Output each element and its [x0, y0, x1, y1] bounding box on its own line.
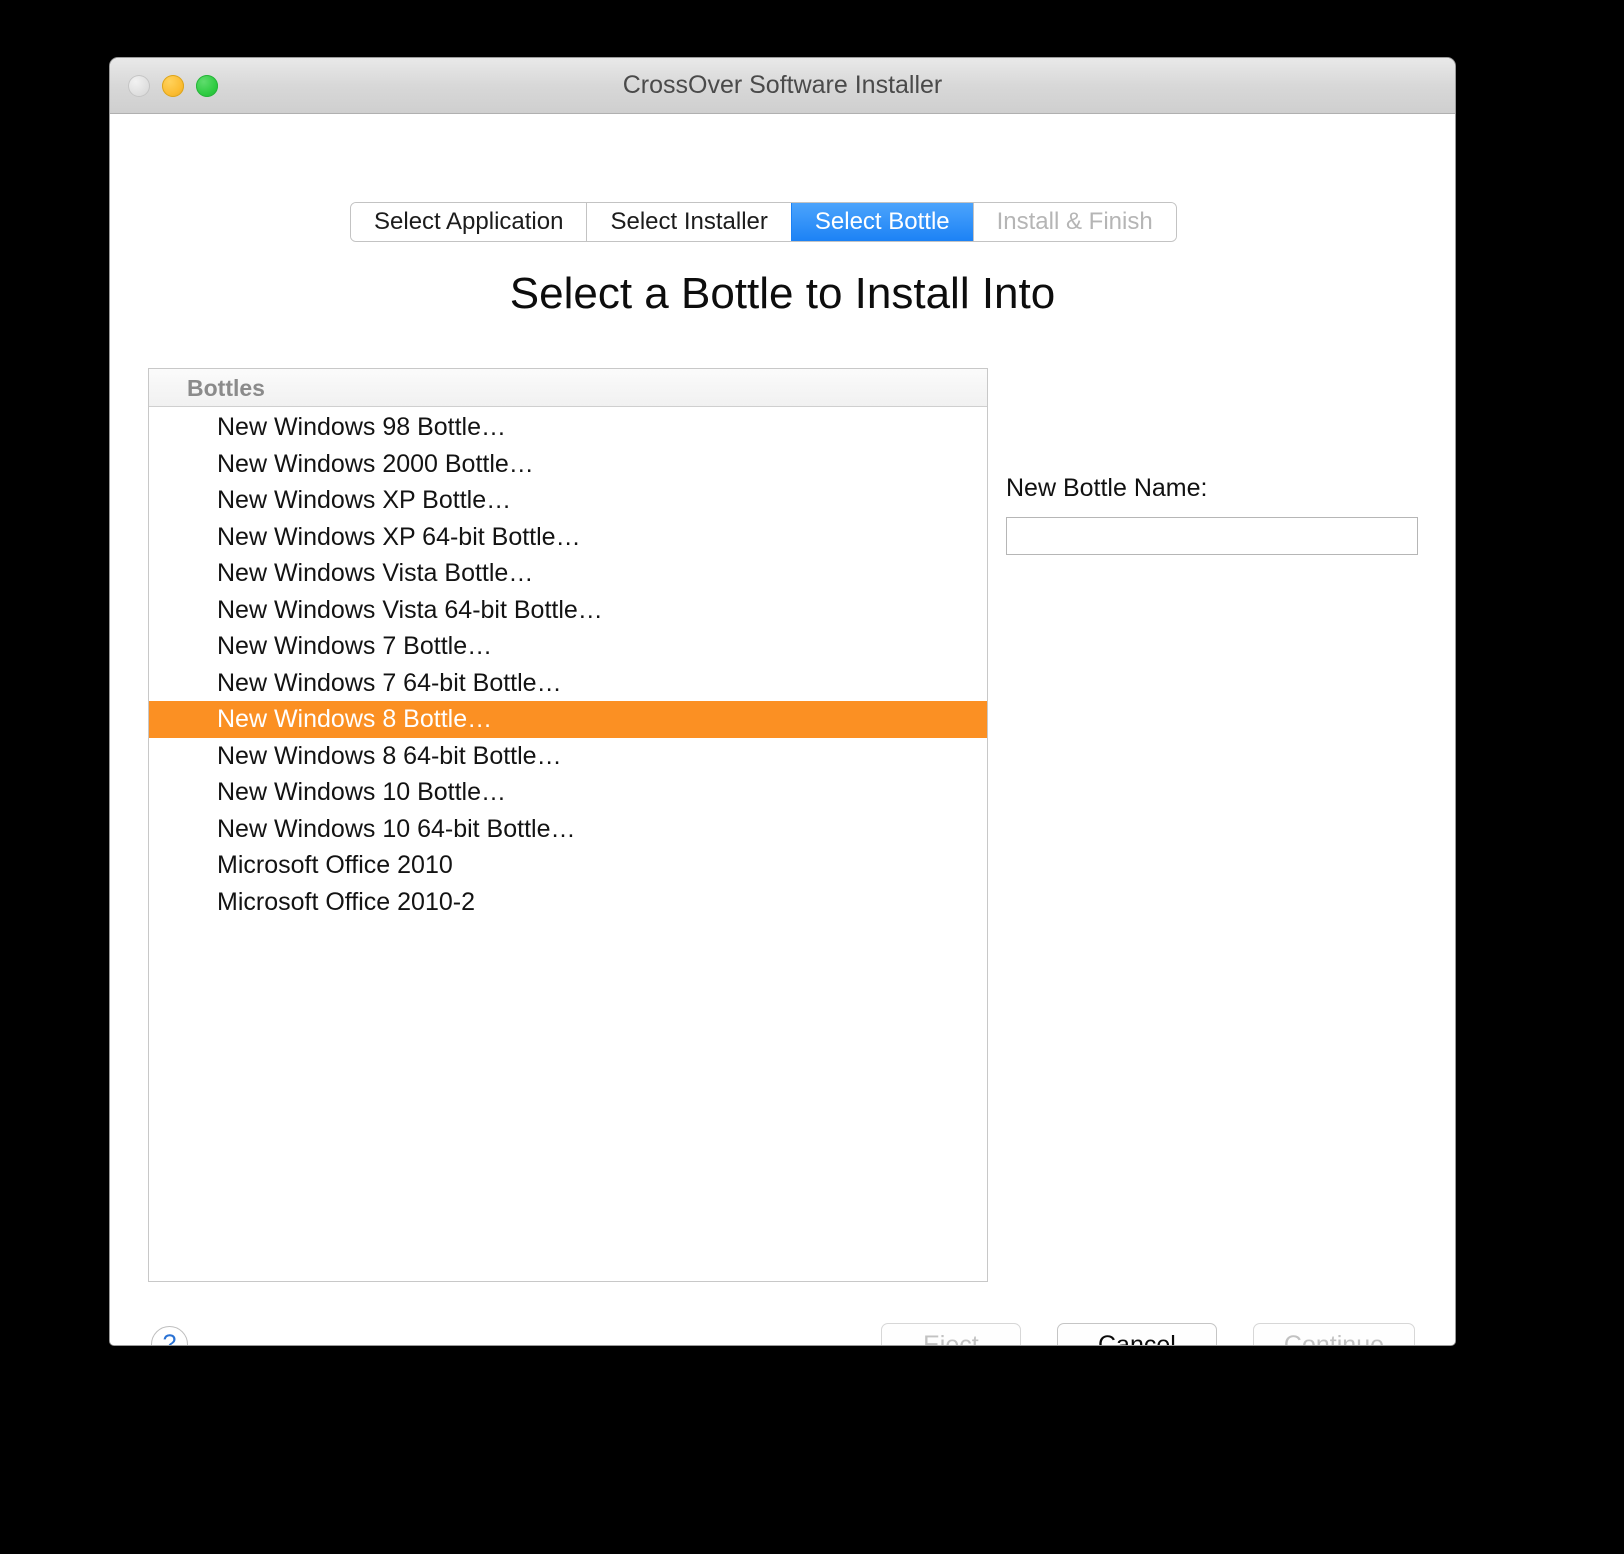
new-bottle-panel: New Bottle Name:: [1006, 474, 1422, 555]
wizard-tab-bar: Select Application Select Installer Sele…: [350, 202, 1177, 242]
list-item[interactable]: New Windows 98 Bottle…: [149, 409, 987, 446]
list-item[interactable]: New Windows 7 Bottle…: [149, 628, 987, 665]
list-item[interactable]: New Windows 2000 Bottle…: [149, 446, 987, 483]
list-item[interactable]: Microsoft Office 2010: [149, 847, 987, 884]
window-title: CrossOver Software Installer: [110, 58, 1455, 113]
bottles-list[interactable]: Bottles New Windows 98 Bottle… New Windo…: [148, 368, 988, 1282]
new-bottle-name-input[interactable]: [1006, 517, 1418, 555]
list-item[interactable]: New Windows 10 64-bit Bottle…: [149, 811, 987, 848]
installer-window: CrossOver Software Installer Select Appl…: [110, 58, 1455, 1345]
bottles-list-body: New Windows 98 Bottle… New Windows 2000 …: [149, 407, 987, 920]
window-titlebar: CrossOver Software Installer: [110, 58, 1455, 114]
continue-button: Continue: [1253, 1323, 1415, 1345]
list-item[interactable]: Microsoft Office 2010-2: [149, 884, 987, 921]
list-item[interactable]: New Windows 8 64-bit Bottle…: [149, 738, 987, 775]
page-title: Select a Bottle to Install Into: [110, 269, 1455, 319]
new-bottle-name-label: New Bottle Name:: [1006, 474, 1422, 503]
footer-button-group: Eject Cancel Continue: [881, 1323, 1415, 1345]
tab-select-application[interactable]: Select Application: [351, 203, 586, 241]
cancel-button[interactable]: Cancel: [1057, 1323, 1217, 1345]
list-item[interactable]: New Windows XP 64-bit Bottle…: [149, 519, 987, 556]
window-content: Select Application Select Installer Sele…: [110, 114, 1455, 1345]
bottles-list-header: Bottles: [149, 369, 987, 407]
list-item[interactable]: New Windows XP Bottle…: [149, 482, 987, 519]
list-item[interactable]: New Windows 7 64-bit Bottle…: [149, 665, 987, 702]
tab-install-and-finish: Install & Finish: [973, 203, 1176, 241]
help-button[interactable]: ?: [151, 1326, 188, 1345]
list-item[interactable]: New Windows Vista Bottle…: [149, 555, 987, 592]
tab-select-bottle[interactable]: Select Bottle: [791, 203, 973, 241]
list-item[interactable]: New Windows Vista 64-bit Bottle…: [149, 592, 987, 629]
tab-select-installer[interactable]: Select Installer: [586, 203, 790, 241]
list-item-selected[interactable]: New Windows 8 Bottle…: [149, 701, 987, 738]
eject-button: Eject: [881, 1323, 1021, 1345]
list-item[interactable]: New Windows 10 Bottle…: [149, 774, 987, 811]
question-mark-icon: ?: [163, 1330, 177, 1345]
